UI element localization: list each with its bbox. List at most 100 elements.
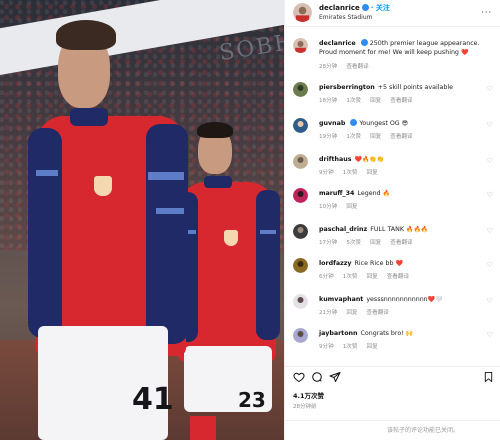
comment-text: Youngest OG xyxy=(359,120,400,127)
comment-like-icon[interactable]: ♡ xyxy=(487,297,493,305)
more-icon[interactable]: ··· xyxy=(481,8,492,17)
comment-meta: 19分钟 1次赞 回复 查看翻译 xyxy=(319,132,422,140)
comment-list: declanrice 250th premier league appearan… xyxy=(285,30,500,360)
comment-emoji: 🔥🔥🔥 xyxy=(405,226,429,233)
post-timestamp: 28分钟前 xyxy=(293,404,317,410)
translate-link[interactable]: 查看翻译 xyxy=(390,134,412,140)
comment-text: yesssnnnnnnnnnnn xyxy=(366,296,428,303)
reply-link[interactable]: 回复 xyxy=(367,344,378,350)
translate-link[interactable]: 查看翻译 xyxy=(367,310,389,316)
comment-emoji: 🙌 xyxy=(405,330,414,337)
avatar[interactable] xyxy=(293,82,308,97)
comment-username[interactable]: maruff_34 xyxy=(319,190,354,197)
comment-time: 21分钟 xyxy=(319,310,338,316)
comment-username[interactable]: guvnab xyxy=(319,120,345,127)
comment-like-icon[interactable]: ♡ xyxy=(487,331,493,339)
comment-text: +5 skill points available xyxy=(377,84,453,91)
comment-emoji: 🔥 xyxy=(382,190,391,197)
verified-icon xyxy=(360,38,368,46)
comment-like-icon[interactable]: ♡ xyxy=(487,261,493,269)
comment-emoji: ❤️🤍 xyxy=(427,296,443,303)
reply-link[interactable]: 回复 xyxy=(370,98,381,104)
translate-link[interactable]: 查看翻译 xyxy=(390,240,412,246)
post-photo[interactable]: SOBHA 23 41 xyxy=(0,0,284,440)
translate-link[interactable]: 查看翻译 xyxy=(346,64,368,70)
comment-meta: 18分钟 1次赞 回复 查看翻译 xyxy=(319,96,422,104)
action-bar xyxy=(285,366,500,386)
reply-link[interactable]: 回复 xyxy=(367,170,378,176)
comment-username[interactable]: lordfazzy xyxy=(319,260,352,267)
comment-icon[interactable] xyxy=(311,371,323,383)
comment-meta: 6分钟 1次赞 回复 查看翻译 xyxy=(319,272,418,280)
comment-username[interactable]: paschal_drinz xyxy=(319,226,367,233)
comment-like-icon[interactable]: ♡ xyxy=(487,121,493,129)
comment-meta: 28分钟 查看翻译 xyxy=(319,62,378,70)
reply-link[interactable]: 回复 xyxy=(370,134,381,140)
reply-link[interactable]: 回复 xyxy=(367,274,378,280)
comment-time: 10分钟 xyxy=(319,204,338,210)
comment-likes[interactable]: 1次赞 xyxy=(343,170,358,176)
comment-text: FULL TANK xyxy=(370,226,404,233)
avatar[interactable] xyxy=(293,154,308,169)
reply-link[interactable]: 回复 xyxy=(370,240,381,246)
post-header: declanrice · 关注 Emirates Stadium ··· xyxy=(285,0,500,27)
comment-time: 28分钟 xyxy=(319,64,338,70)
comment-like-icon[interactable]: ♡ xyxy=(487,85,493,93)
comment-likes[interactable]: 1次赞 xyxy=(343,344,358,350)
shorts-number: 23 xyxy=(238,388,266,412)
reply-link[interactable]: 回复 xyxy=(346,310,357,316)
comment-likes[interactable]: 5次赞 xyxy=(346,240,361,246)
comment-emoji: ❤️ xyxy=(395,260,403,267)
author-avatar[interactable] xyxy=(293,3,312,22)
comment-emoji: ❤️🔥👏👏 xyxy=(354,156,385,163)
comment-time: 9分钟 xyxy=(319,344,334,350)
avatar[interactable] xyxy=(293,224,308,239)
comment-text: Legend xyxy=(357,190,381,197)
comment-like-icon[interactable]: ♡ xyxy=(487,227,493,235)
comment-username[interactable]: drifthaus xyxy=(319,156,351,163)
comment-meta: 21分钟 回复 查看翻译 xyxy=(319,308,398,316)
avatar[interactable] xyxy=(293,258,308,273)
comment-like-icon[interactable]: ♡ xyxy=(487,191,493,199)
translate-link[interactable]: 查看翻译 xyxy=(387,274,409,280)
avatar[interactable] xyxy=(293,188,308,203)
comment-time: 9分钟 xyxy=(319,170,334,176)
comment-text: Congrats bro! xyxy=(360,330,404,337)
avatar[interactable] xyxy=(293,294,308,309)
comment-username[interactable]: jaybartonn xyxy=(319,330,357,337)
shorts-number: 41 xyxy=(132,382,174,417)
verified-icon xyxy=(361,3,369,11)
comment-like-icon[interactable]: ♡ xyxy=(487,157,493,165)
heart-icon[interactable] xyxy=(293,371,305,383)
avatar[interactable] xyxy=(293,118,308,133)
follow-button[interactable]: · 关注 xyxy=(371,4,390,12)
avatar[interactable] xyxy=(293,328,308,343)
comment-time: 19分钟 xyxy=(319,134,338,140)
comment-meta: 9分钟 1次赞 回复 xyxy=(319,168,387,176)
comment-emoji: 😎 xyxy=(401,120,408,127)
author-username[interactable]: declanrice · 关注 xyxy=(319,3,390,13)
comments-disabled-notice: 该帖子的评论功能已关闭。 xyxy=(285,420,500,440)
player-front: 41 xyxy=(28,20,198,440)
comment-likes[interactable]: 1次赞 xyxy=(346,134,361,140)
comment-username[interactable]: declanrice xyxy=(319,40,356,47)
bookmark-icon[interactable] xyxy=(483,371,494,383)
comment-time: 18分钟 xyxy=(319,98,338,104)
comment-likes[interactable]: 1次赞 xyxy=(343,274,358,280)
translate-link[interactable]: 查看翻译 xyxy=(390,98,412,104)
comment-likes[interactable]: 1次赞 xyxy=(346,98,361,104)
reply-link[interactable]: 回复 xyxy=(346,204,357,210)
like-count[interactable]: 4.1万次赞 xyxy=(293,390,324,400)
post-sidebar: declanrice · 关注 Emirates Stadium ··· decl… xyxy=(284,0,500,440)
author-name[interactable]: declanrice xyxy=(319,4,360,12)
comment-time: 6分钟 xyxy=(319,274,334,280)
comment-text: Rice Rice bb xyxy=(354,260,394,267)
comment-username[interactable]: kumvaphant xyxy=(319,296,363,303)
comment-username[interactable]: piersberrington xyxy=(319,84,375,91)
post-location[interactable]: Emirates Stadium xyxy=(319,14,372,21)
avatar[interactable] xyxy=(293,38,308,53)
comment-meta: 9分钟 1次赞 回复 xyxy=(319,342,387,350)
comment-meta: 10分钟 回复 xyxy=(319,202,367,210)
share-icon[interactable] xyxy=(329,371,341,383)
comment-meta: 17分钟 5次赞 回复 查看翻译 xyxy=(319,238,422,246)
